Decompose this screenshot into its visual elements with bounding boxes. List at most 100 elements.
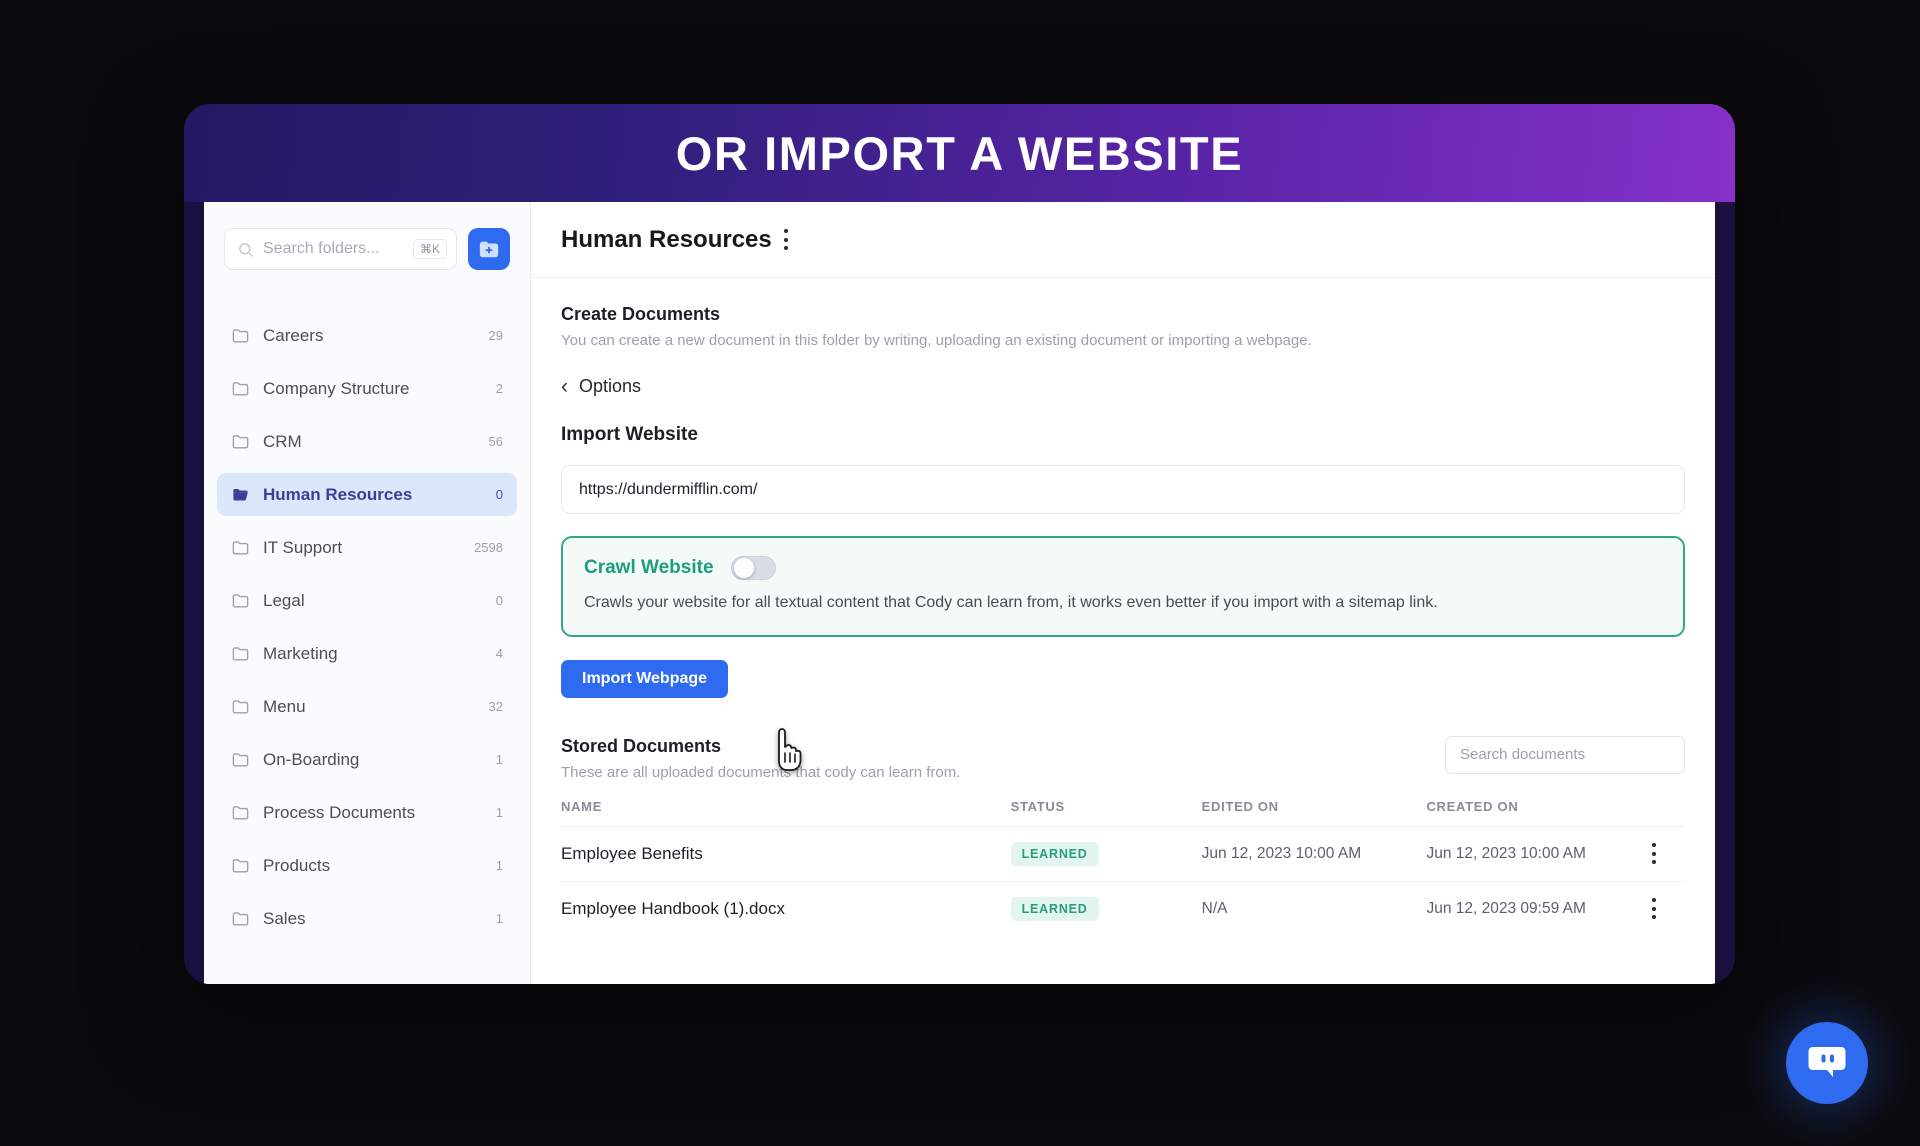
chevron-left-icon: ‹ bbox=[561, 375, 568, 398]
document-created-on-cell: Jun 12, 2023 09:59 AM bbox=[1426, 880, 1652, 936]
sidebar-item-sales[interactable]: Sales 1 bbox=[217, 897, 517, 940]
stored-documents-text-block: Stored Documents These are all uploaded … bbox=[561, 736, 960, 781]
sidebar-item-crm[interactable]: CRM 56 bbox=[217, 420, 517, 463]
sidebar-item-marketing[interactable]: Marketing 4 bbox=[217, 632, 517, 675]
sidebar-item-it-support[interactable]: IT Support 2598 bbox=[217, 526, 517, 569]
folder-icon bbox=[232, 435, 249, 449]
folder-icon bbox=[232, 700, 249, 714]
chat-bot-button[interactable] bbox=[1786, 1022, 1868, 1104]
column-header-edited-on: EDITED ON bbox=[1201, 798, 1279, 814]
status-badge: LEARNED bbox=[1010, 896, 1099, 921]
row-options-icon[interactable] bbox=[1651, 898, 1656, 920]
column-header-created-on: CREATED ON bbox=[1426, 798, 1519, 814]
sidebar-item-label: Legal bbox=[263, 590, 305, 610]
main-body: Create Documents You can create a new do… bbox=[531, 278, 1715, 984]
document-edited-on-cell: N/A bbox=[1201, 880, 1427, 936]
column-header-status: STATUS bbox=[1010, 798, 1065, 814]
document-edited-on-cell: Jun 12, 2023 10:00 AM bbox=[1201, 825, 1427, 882]
sidebar-item-legal[interactable]: Legal 0 bbox=[217, 579, 517, 622]
crawl-website-description: Crawls your website for all textual cont… bbox=[584, 594, 1438, 611]
folder-icon bbox=[232, 806, 249, 820]
options-label: Options bbox=[579, 376, 642, 396]
status-badge: LEARNED bbox=[1010, 841, 1099, 866]
banner-title: OR IMPORT A WEBSITE bbox=[675, 126, 1244, 180]
stored-documents-table: NAME STATUS EDITED ON CREATED ON Employe… bbox=[561, 799, 1685, 936]
sidebar-item-count: 2598 bbox=[474, 540, 503, 555]
sidebar-item-label: Products bbox=[263, 855, 331, 875]
sidebar-toolbar: Search folders... ⌘K bbox=[204, 202, 530, 270]
sidebar-item-count: 1 bbox=[495, 805, 503, 820]
folder-open-icon bbox=[233, 488, 248, 501]
table-row[interactable]: Employee Handbook (1).docx LEARNED N/A Jun … bbox=[561, 880, 1685, 936]
folder-list: Careers 29 Company Structure 2 CRM 56 Human Re… bbox=[204, 314, 530, 940]
sidebar-item-label: Careers bbox=[263, 325, 324, 345]
sidebar-item-company-structure[interactable]: Company Structure 2 bbox=[217, 367, 517, 410]
sidebar-item-count: 32 bbox=[488, 699, 503, 714]
sidebar-item-products[interactable]: Products 1 bbox=[217, 844, 517, 887]
search-folders-input[interactable]: Search folders... ⌘K bbox=[224, 228, 457, 270]
table-body: Employee Benefits LEARNED Jun 12, 2023 10:… bbox=[561, 825, 1685, 936]
table-row[interactable]: Employee Benefits LEARNED Jun 12, 2023 10:… bbox=[561, 825, 1685, 882]
device-frame: OR IMPORT A WEBSITE Search folders... ⌘K bbox=[184, 104, 1735, 984]
sidebar-item-label: Marketing bbox=[263, 643, 338, 663]
promo-banner: OR IMPORT A WEBSITE bbox=[184, 104, 1735, 202]
crawl-website-toggle[interactable] bbox=[730, 556, 776, 580]
folder-icon bbox=[232, 859, 249, 873]
sidebar-item-label: Sales bbox=[263, 908, 306, 928]
sidebar-item-count: 1 bbox=[495, 752, 503, 767]
sidebar-item-label: IT Support bbox=[263, 537, 343, 557]
sidebar-item-count: 0 bbox=[495, 487, 503, 502]
sidebar-item-count: 1 bbox=[495, 858, 503, 873]
create-documents-heading: Create Documents bbox=[561, 304, 721, 324]
sidebar-item-human-resources[interactable]: Human Resources 0 bbox=[217, 473, 517, 516]
document-status-cell: LEARNED bbox=[1010, 825, 1202, 882]
document-created-on-cell: Jun 12, 2023 10:00 AM bbox=[1426, 825, 1652, 882]
row-options-icon[interactable] bbox=[1651, 843, 1656, 865]
page-title: Human Resources bbox=[561, 225, 772, 253]
add-folder-button[interactable] bbox=[468, 228, 510, 270]
toggle-knob bbox=[733, 558, 754, 578]
sidebar-item-menu[interactable]: Menu 32 bbox=[217, 685, 517, 728]
search-documents-input[interactable]: Search documents bbox=[1445, 735, 1685, 774]
column-header-name: NAME bbox=[561, 798, 603, 814]
table-header-row: NAME STATUS EDITED ON CREATED ON bbox=[561, 799, 1685, 827]
sidebar-item-label: Menu bbox=[263, 696, 306, 716]
website-url-input[interactable]: https://dundermifflin.com/ bbox=[561, 465, 1685, 514]
sidebar-item-count: 0 bbox=[495, 593, 503, 608]
column-header-actions bbox=[1651, 799, 1685, 827]
main-header: Human Resources bbox=[531, 202, 1715, 278]
folder-icon bbox=[232, 753, 249, 767]
crawl-website-card: Crawl Website Crawls your website for al… bbox=[561, 536, 1685, 637]
chat-bubble-icon bbox=[1808, 1047, 1846, 1077]
sidebar-item-count: 29 bbox=[488, 328, 503, 343]
search-shortcut-badge: ⌘K bbox=[412, 239, 447, 259]
table-head: NAME STATUS EDITED ON CREATED ON bbox=[561, 799, 1685, 827]
sidebar-item-label: On-Boarding bbox=[263, 749, 360, 769]
crawl-website-header: Crawl Website bbox=[584, 556, 1662, 580]
document-actions-cell bbox=[1651, 880, 1685, 936]
document-name-cell: Employee Benefits bbox=[561, 825, 1011, 882]
sidebar-item-label: Process Documents bbox=[263, 802, 416, 822]
create-documents-subtext: You can create a new document in this fo… bbox=[561, 332, 1312, 349]
document-status-cell: LEARNED bbox=[1010, 880, 1202, 936]
search-icon bbox=[239, 242, 253, 257]
document-name-cell: Employee Handbook (1).docx bbox=[561, 880, 1011, 936]
sidebar-item-count: 56 bbox=[488, 434, 503, 449]
folder-options-icon[interactable] bbox=[784, 229, 789, 250]
sidebar-item-label: Human Resources bbox=[263, 484, 413, 504]
stored-documents-header: Stored Documents These are all uploaded … bbox=[561, 735, 1685, 781]
sidebar-item-count: 2 bbox=[495, 381, 503, 396]
sidebar-item-label: CRM bbox=[263, 431, 302, 451]
sidebar-item-process-documents[interactable]: Process Documents 1 bbox=[217, 791, 517, 834]
website-url-value: https://dundermifflin.com/ bbox=[579, 480, 758, 498]
import-webpage-button[interactable]: Import Webpage bbox=[561, 659, 729, 698]
options-back-link[interactable]: ‹ Options bbox=[561, 376, 1685, 397]
sidebar-item-on-boarding[interactable]: On-Boarding 1 bbox=[217, 738, 517, 781]
document-actions-cell bbox=[1651, 825, 1685, 882]
app-window: Search folders... ⌘K Careers 29 Company St… bbox=[204, 202, 1715, 984]
folder-icon bbox=[232, 594, 249, 608]
crawl-website-title: Crawl Website bbox=[584, 557, 714, 578]
sidebar-item-careers[interactable]: Careers 29 bbox=[217, 314, 517, 357]
sidebar-item-count: 1 bbox=[495, 911, 503, 926]
stored-documents-subtext: These are all uploaded documents that co… bbox=[561, 763, 961, 781]
